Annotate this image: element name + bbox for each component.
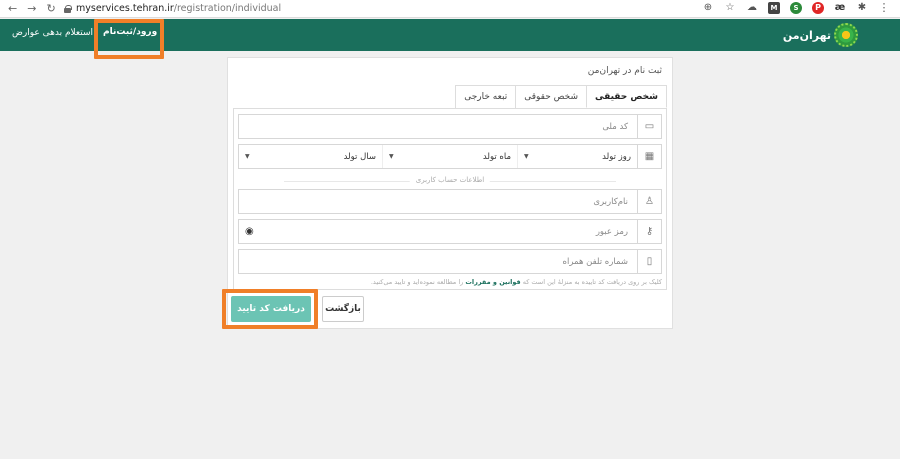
green-extension-icon[interactable]: S xyxy=(790,2,802,14)
birth-day-select[interactable]: روز تولد ▼ xyxy=(517,145,637,168)
add-icon[interactable]: ⊕ xyxy=(702,2,714,14)
mobile-row: ▯ شماره تلفن همراه xyxy=(238,249,662,274)
tehran-logo-icon xyxy=(834,23,858,47)
star-icon[interactable]: ☆ xyxy=(724,2,736,14)
tab-panel: ▭ کد ملی ▦ روز تولد ▼ ماه تولد ▼ سال تول… xyxy=(233,108,667,290)
national-code-input[interactable]: کد ملی xyxy=(238,114,637,139)
highlight-login xyxy=(94,19,164,59)
reload-icon[interactable]: ↻ xyxy=(46,3,55,14)
birth-date-selects: روز تولد ▼ ماه تولد ▼ سال تولد ▼ xyxy=(238,144,637,169)
back-arrow-icon[interactable]: ← xyxy=(8,3,17,14)
nav-buttons: ← → ↻ xyxy=(0,3,60,14)
birth-month-select[interactable]: ماه تولد ▼ xyxy=(382,145,517,168)
password-row: ⚷ ◉ رمز عبور xyxy=(238,219,662,244)
address-bar[interactable]: myservices.tehran.ir/registration/indivi… xyxy=(64,3,281,14)
debt-inquiry-link[interactable]: استعلام بدهی عوارض xyxy=(12,28,93,38)
tab-individual[interactable]: شخص حقیقی xyxy=(586,85,667,108)
tab-foreign-national[interactable]: تبعه خارجی xyxy=(455,85,517,108)
key-icon: ⚷ xyxy=(637,219,662,244)
terms-text: کلیک بر روی دریافت کد تاییده به منزلهٔ ا… xyxy=(370,278,662,286)
caret-down-icon: ▼ xyxy=(389,153,394,160)
id-card-icon: ▭ xyxy=(637,114,662,139)
get-verification-code-button[interactable]: دریافت کد تایید xyxy=(231,296,311,322)
cloud-extension-icon[interactable]: ☁ xyxy=(746,2,758,14)
pinterest-icon[interactable]: P xyxy=(812,2,824,14)
user-icon: ♙ xyxy=(637,189,662,214)
password-input[interactable]: ◉ رمز عبور xyxy=(238,219,637,244)
extension-icons: ⊕ ☆ ☁ M S P æ ✱ ⋮ xyxy=(702,2,890,14)
national-code-row: ▭ کد ملی xyxy=(238,114,662,139)
lock-icon xyxy=(64,4,72,13)
site-logo[interactable]: تهران‌من xyxy=(783,23,858,47)
birth-year-select[interactable]: سال تولد ▼ xyxy=(239,145,382,168)
browser-menu-icon[interactable]: ⋮ xyxy=(878,2,890,14)
logo-text: تهران‌من xyxy=(782,28,831,42)
caret-down-icon: ▼ xyxy=(245,153,250,160)
calendar-icon: ▦ xyxy=(637,144,662,169)
mobile-phone-icon: ▯ xyxy=(637,249,662,274)
forward-arrow-icon[interactable]: → xyxy=(27,3,36,14)
birth-date-row: ▦ روز تولد ▼ ماه تولد ▼ سال تولد ▼ xyxy=(238,144,662,169)
mobile-input[interactable]: شماره تلفن همراه xyxy=(238,249,637,274)
username-input[interactable]: نام‌کاربری xyxy=(238,189,637,214)
caret-down-icon: ▼ xyxy=(524,153,529,160)
person-type-tabs: شخص حقیقی شخص حقوقی تبعه خارجی xyxy=(455,85,667,108)
eye-icon[interactable]: ◉ xyxy=(245,226,254,237)
puzzle-extension-icon[interactable]: ✱ xyxy=(856,2,868,14)
mail-extension-icon[interactable]: M xyxy=(768,2,780,14)
account-section-label: اطلاعات حساب کاربری xyxy=(409,176,491,184)
username-row: ♙ نام‌کاربری xyxy=(238,189,662,214)
ae-extension-icon[interactable]: æ xyxy=(834,2,846,14)
terms-link[interactable]: قوانین و مقررات xyxy=(465,278,520,286)
tab-legal-entity[interactable]: شخص حقوقی xyxy=(515,85,588,108)
url-path: /registration/individual xyxy=(173,3,282,14)
card-title: ثبت نام در تهران‌من xyxy=(587,66,662,76)
back-button[interactable]: بازگشت xyxy=(322,296,364,322)
url-host: myservices.tehran.ir xyxy=(76,3,174,14)
browser-toolbar: ← → ↻ myservices.tehran.ir/registration/… xyxy=(0,0,900,18)
